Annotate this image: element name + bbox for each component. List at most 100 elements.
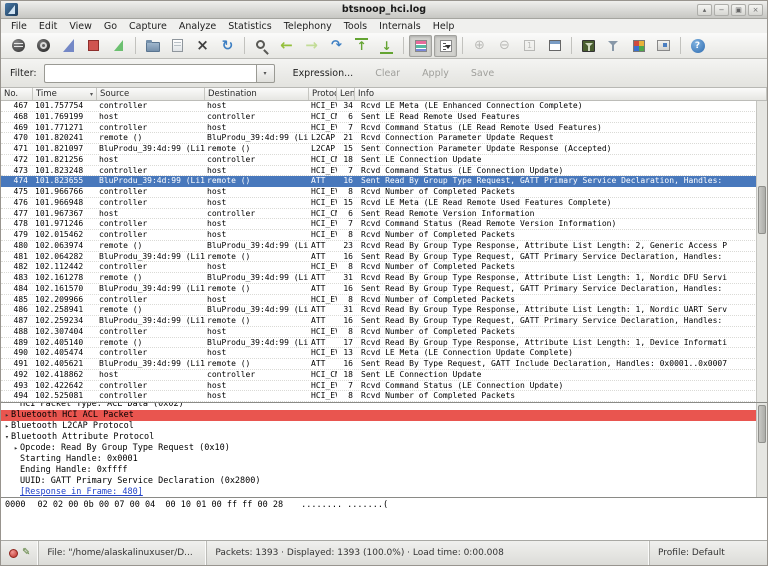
- menu-edit[interactable]: Edit: [33, 20, 63, 33]
- packet-row-469[interactable]: 469101.771271controllerhostHCI_EVT7Rcvd …: [1, 123, 767, 134]
- preferences-button[interactable]: [652, 35, 675, 57]
- expression-button[interactable]: Expression...: [289, 66, 358, 81]
- go-forward-button[interactable]: →: [300, 35, 323, 57]
- maximize-window-button[interactable]: ▣: [731, 4, 746, 16]
- menu-capture[interactable]: Capture: [123, 20, 173, 33]
- menu-statistics[interactable]: Statistics: [222, 20, 277, 33]
- save-file-button[interactable]: [166, 35, 189, 57]
- packet-cell: HCI_EVT: [309, 166, 337, 176]
- detail-row-clipped[interactable]: HCI Packet Type: ACL Data (0x02): [1, 403, 767, 410]
- packet-row-467[interactable]: 467101.757754controllerhostHCI_EVT34Rcvd…: [1, 101, 767, 112]
- packet-row-472[interactable]: 472101.821256hostcontrollerHCI_CMD18Sent…: [1, 155, 767, 166]
- collapsed-expander-icon[interactable]: ▸: [3, 421, 11, 432]
- detail-row-bluetooth-l2cap-protocol[interactable]: ▸Bluetooth L2CAP Protocol: [1, 421, 767, 432]
- packet-row-487[interactable]: 487102.259234BluProdu_39:4d:99 (Li1remot…: [1, 316, 767, 327]
- detail-row-response-in-frame-480[interactable]: [Response in Frame: 480]: [1, 487, 767, 498]
- packet-row-471[interactable]: 471101.821097BluProdu_39:4d:99 (Li1remot…: [1, 144, 767, 155]
- packet-cell: BluProdu_39:4d:99 (Li1: [97, 284, 205, 294]
- packet-row-488[interactable]: 488102.307404controllerhostHCI_EVT8Rcvd …: [1, 327, 767, 338]
- packet-row-485[interactable]: 485102.209966controllerhostHCI_EVT8Rcvd …: [1, 295, 767, 306]
- packet-row-490[interactable]: 490102.405474controllerhostHCI_EVT13Rcvd…: [1, 348, 767, 359]
- packet-row-484[interactable]: 484102.161570BluProdu_39:4d:99 (Li1remot…: [1, 284, 767, 295]
- expert-info-icon[interactable]: [9, 549, 18, 558]
- go-last-packet-button[interactable]: ↓: [375, 35, 398, 57]
- stop-capture-button[interactable]: [82, 35, 105, 57]
- menu-file[interactable]: File: [5, 20, 33, 33]
- menu-tools[interactable]: Tools: [338, 20, 373, 33]
- packet-row-468[interactable]: 468101.769199hostcontrollerHCI_CMD6Sent …: [1, 112, 767, 123]
- capture-comment-icon[interactable]: ✎: [22, 548, 30, 558]
- packet-row-474[interactable]: 474101.823655BluProdu_39:4d:99 (Li1remot…: [1, 176, 767, 187]
- packet-row-476[interactable]: 476101.966948controllerhostHCI_EVT15Rcvd…: [1, 198, 767, 209]
- packet-row-486[interactable]: 486102.258941remote ()BluProdu_39:4d:99 …: [1, 305, 767, 316]
- collapsed-expander-icon[interactable]: ▸: [3, 410, 11, 421]
- open-file-button[interactable]: [141, 35, 164, 57]
- go-to-packet-button[interactable]: ↷: [325, 35, 348, 57]
- packet-list-scrollbar[interactable]: [756, 101, 767, 402]
- column-header-destination[interactable]: Destination: [205, 88, 309, 100]
- expanded-expander-icon[interactable]: ▾: [3, 432, 11, 443]
- detail-row-opcode-read-by-group-type-request-0x10[interactable]: ▸Opcode: Read By Group Type Request (0x1…: [1, 443, 767, 454]
- scrollbar-thumb[interactable]: [758, 405, 766, 443]
- status-profile[interactable]: Profile: Default: [649, 541, 767, 565]
- menu-telephony[interactable]: Telephony: [278, 20, 338, 33]
- hex-row[interactable]: 000002 02 00 0b 00 07 00 04 00 10 01 00 …: [5, 500, 763, 511]
- close-window-button[interactable]: ×: [748, 4, 763, 16]
- help-button[interactable]: ?: [686, 35, 709, 57]
- zoomout-icon: ⊖: [499, 39, 510, 52]
- auto-scroll-button[interactable]: [434, 35, 457, 57]
- menu-help[interactable]: Help: [427, 20, 461, 33]
- packet-row-477[interactable]: 477101.967367hostcontrollerHCI_CMD6Sent …: [1, 209, 767, 220]
- column-header-length[interactable]: Length: [337, 88, 355, 100]
- packet-row-481[interactable]: 481102.064282BluProdu_39:4d:99 (Li1remot…: [1, 252, 767, 263]
- column-header-no[interactable]: No.: [1, 88, 33, 100]
- packet-row-473[interactable]: 473101.823248controllerhostHCI_EVT7Rcvd …: [1, 166, 767, 177]
- scrollbar-thumb[interactable]: [758, 186, 766, 234]
- colorize-packets-button[interactable]: [409, 35, 432, 57]
- restart-capture-button[interactable]: [107, 35, 130, 57]
- packet-row-470[interactable]: 470101.820241remote ()BluProdu_39:4d:99 …: [1, 133, 767, 144]
- packet-row-480[interactable]: 480102.063974remote ()BluProdu_39:4d:99 …: [1, 241, 767, 252]
- packet-row-489[interactable]: 489102.405140remote ()BluProdu_39:4d:99 …: [1, 338, 767, 349]
- detail-row-starting-handle-0x0001[interactable]: Starting Handle: 0x0001: [1, 454, 767, 465]
- minimize-window-button[interactable]: −: [714, 4, 729, 16]
- capture-filters-button[interactable]: [577, 35, 600, 57]
- filter-dropdown-icon[interactable]: ▾: [256, 64, 275, 83]
- go-first-packet-button[interactable]: ↑: [350, 35, 373, 57]
- detail-row-ending-handle-0xffff[interactable]: Ending Handle: 0xffff: [1, 465, 767, 476]
- menu-internals[interactable]: Internals: [373, 20, 427, 33]
- packet-row-483[interactable]: 483102.161278remote ()BluProdu_39:4d:99 …: [1, 273, 767, 284]
- packet-row-494[interactable]: 494102.525081controllerhostHCI_EVT8Rcvd …: [1, 391, 767, 402]
- menu-view[interactable]: View: [63, 20, 98, 33]
- display-filters-button[interactable]: [602, 35, 625, 57]
- column-header-source[interactable]: Source: [97, 88, 205, 100]
- shade-window-button[interactable]: ▴: [697, 4, 712, 16]
- detail-row-bluetooth-attribute-protocol[interactable]: ▾Bluetooth Attribute Protocol: [1, 432, 767, 443]
- reload-file-button[interactable]: ↻: [216, 35, 239, 57]
- packet-row-479[interactable]: 479102.015462controllerhostHCI_EVT8Rcvd …: [1, 230, 767, 241]
- packet-row-491[interactable]: 491102.405621BluProdu_39:4d:99 (Li1remot…: [1, 359, 767, 370]
- go-back-button[interactable]: ←: [275, 35, 298, 57]
- detail-row-uuid-gatt-primary-service-declaration-0x[interactable]: UUID: GATT Primary Service Declaration (…: [1, 476, 767, 487]
- capture-options-button[interactable]: [32, 35, 55, 57]
- column-header-time[interactable]: Time▾: [33, 88, 97, 100]
- detail-row-bluetooth-hci-acl-packet[interactable]: ▸Bluetooth HCI ACL Packet: [1, 410, 767, 421]
- packet-row-482[interactable]: 482102.112442controllerhostHCI_EVT8Rcvd …: [1, 262, 767, 273]
- column-header-info[interactable]: Info: [355, 88, 767, 100]
- list-interfaces-button[interactable]: [7, 35, 30, 57]
- packet-row-493[interactable]: 493102.422642controllerhostHCI_EVT7Rcvd …: [1, 381, 767, 392]
- collapsed-expander-icon[interactable]: ▸: [12, 443, 20, 454]
- menu-go[interactable]: Go: [98, 20, 123, 33]
- filter-input[interactable]: [44, 64, 256, 83]
- packet-row-475[interactable]: 475101.966766controllerhostHCI_EVT8Rcvd …: [1, 187, 767, 198]
- find-packet-button[interactable]: [250, 35, 273, 57]
- details-scrollbar[interactable]: [756, 403, 767, 498]
- packet-row-478[interactable]: 478101.971246controllerhostHCI_EVT7Rcvd …: [1, 219, 767, 230]
- column-header-protocol[interactable]: Protocol: [309, 88, 337, 100]
- resize-columns-button[interactable]: [543, 35, 566, 57]
- packet-row-492[interactable]: 492102.418862hostcontrollerHCI_CMD18Sent…: [1, 370, 767, 381]
- coloring-rules-button[interactable]: [627, 35, 650, 57]
- close-file-button[interactable]: ×: [191, 35, 214, 57]
- start-capture-button[interactable]: [57, 35, 80, 57]
- menu-analyze[interactable]: Analyze: [173, 20, 222, 33]
